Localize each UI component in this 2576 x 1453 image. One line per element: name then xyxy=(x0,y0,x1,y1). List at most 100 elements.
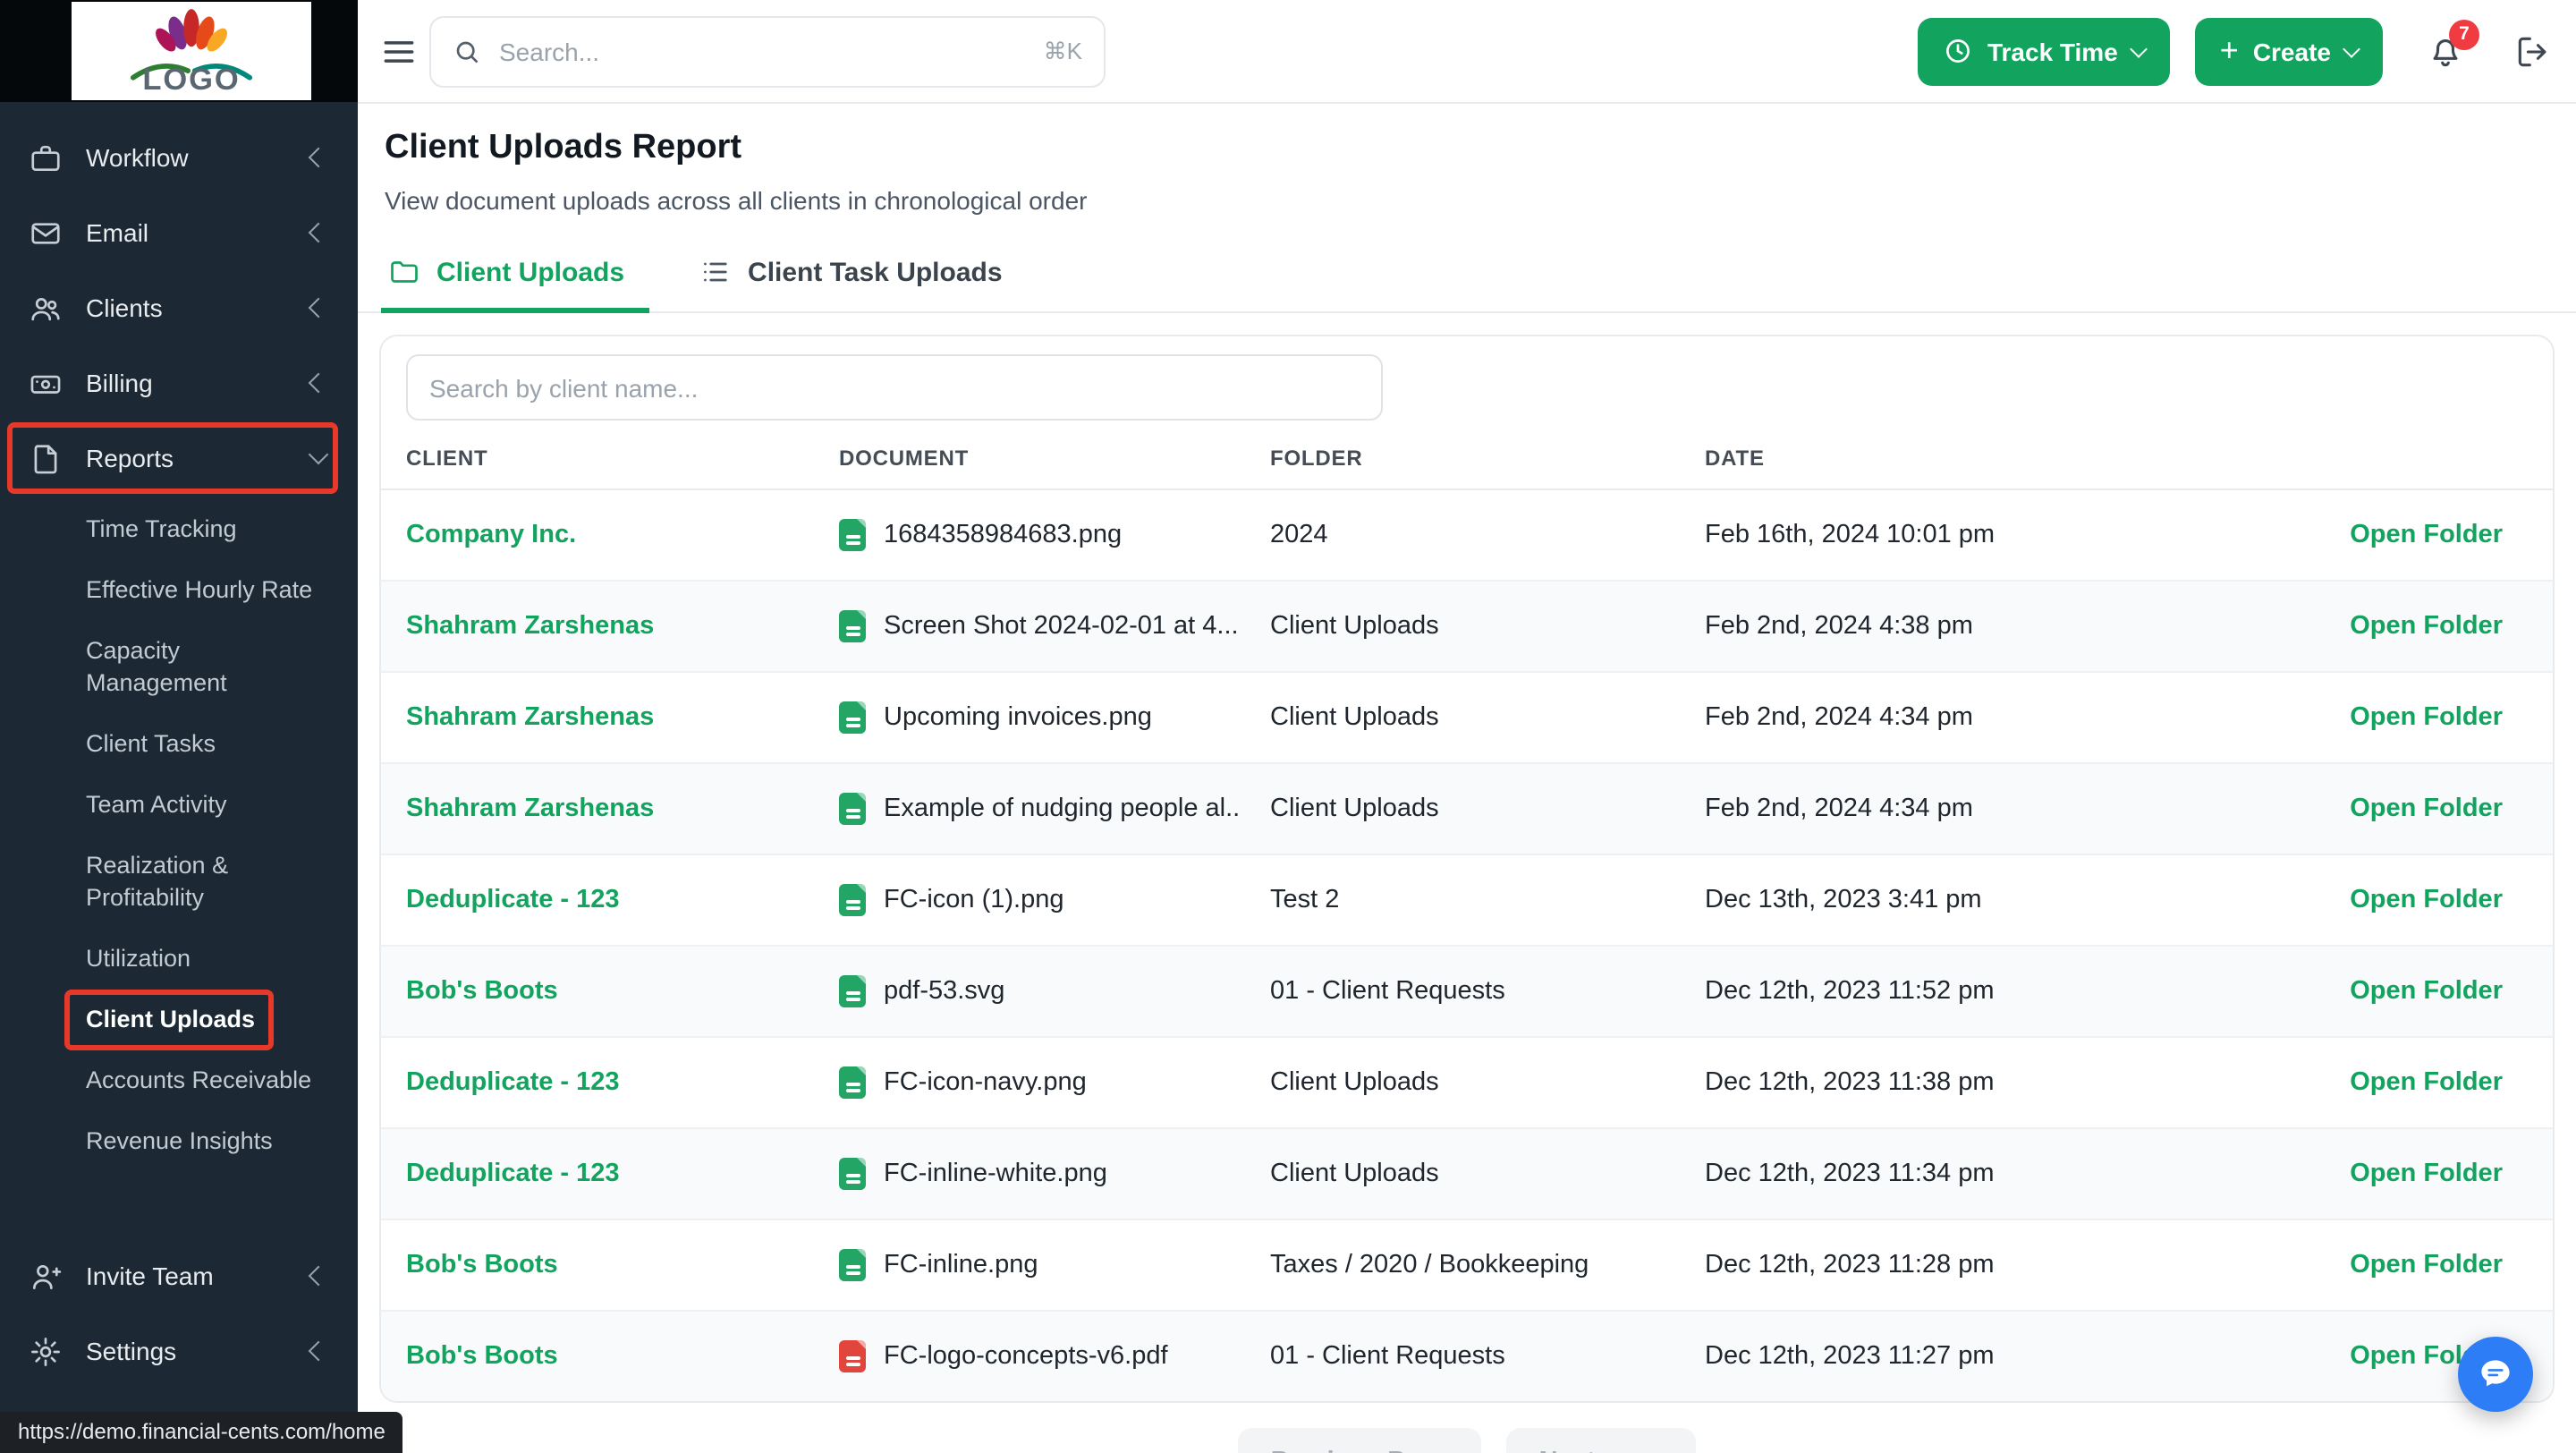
chat-widget-button[interactable] xyxy=(2458,1337,2533,1412)
document-name: FC-icon (1).png xyxy=(884,886,1064,914)
sidebar-item-label: Billing xyxy=(86,369,153,397)
table-row[interactable]: Bob's Boots pdf-53.svg 01 - Client Reque… xyxy=(381,947,2553,1038)
folder-cell: Client Uploads xyxy=(1270,794,1439,823)
sidebar-item-workflow[interactable]: Workflow xyxy=(0,120,358,195)
annotation-box-client-uploads xyxy=(64,990,274,1050)
sidebar-subitem[interactable]: Effective Hourly Rate xyxy=(0,560,358,621)
open-folder-link[interactable]: Open Folder xyxy=(2350,1160,2503,1188)
notifications-button[interactable]: 7 xyxy=(2426,19,2479,71)
client-name-link[interactable]: Deduplicate - 123 xyxy=(406,886,839,914)
sidebar-item-clients[interactable]: Clients xyxy=(0,270,358,345)
chevron-down-icon xyxy=(2129,39,2148,57)
table-row[interactable]: Shahram Zarshenas Screen Shot 2024-02-01… xyxy=(381,582,2553,673)
document-cell: FC-icon-navy.png xyxy=(839,1066,1270,1099)
sidebar-item-label: Clients xyxy=(86,293,163,322)
open-folder-link[interactable]: Open Folder xyxy=(2350,612,2503,641)
tab-client-uploads[interactable]: Client Uploads xyxy=(380,245,650,313)
client-filter-input[interactable] xyxy=(406,354,1383,421)
file-icon xyxy=(839,1066,866,1099)
sidebar-subitem-label: Utilization xyxy=(86,945,191,972)
sidebar-item-invite-team[interactable]: Invite Team xyxy=(0,1238,358,1313)
sidebar-subitem-label: Accounts Receivable xyxy=(86,1066,312,1093)
chevron-left-icon xyxy=(308,372,329,394)
document-name: Upcoming invoices.png xyxy=(884,703,1152,732)
file-icon xyxy=(839,610,866,642)
client-name-link[interactable]: Deduplicate - 123 xyxy=(406,1068,839,1097)
date-cell: Dec 12th, 2023 11:34 pm xyxy=(1705,1160,1995,1188)
folder-cell: Client Uploads xyxy=(1270,1160,1439,1188)
gear-icon xyxy=(29,1334,63,1368)
sidebar-subitem-label: Capacity Management xyxy=(86,637,227,696)
track-time-button[interactable]: Track Time xyxy=(1917,17,2170,85)
sidebar-subitem[interactable]: Revenue Insights xyxy=(0,1111,358,1172)
hamburger-menu-button[interactable] xyxy=(379,31,419,71)
open-folder-link[interactable]: Open Folder xyxy=(2350,794,2503,823)
open-folder-link[interactable]: Open Folder xyxy=(2350,521,2503,549)
track-time-label: Track Time xyxy=(1987,37,2118,65)
table-row[interactable]: Deduplicate - 123 FC-inline-white.png Cl… xyxy=(381,1129,2553,1220)
document-name: pdf-53.svg xyxy=(884,977,1005,1006)
open-folder-link[interactable]: Open Folder xyxy=(2350,977,2503,1006)
sidebar-item-label: Reports xyxy=(86,444,174,472)
previous-page-button[interactable]: Previous Page xyxy=(1238,1428,1482,1453)
sidebar-subitem[interactable]: Capacity Management xyxy=(0,621,358,714)
sidebar-subitem[interactable]: Client Uploads xyxy=(0,990,358,1050)
file-icon xyxy=(839,701,866,734)
global-search: ⌘K xyxy=(429,15,1106,87)
logout-button[interactable] xyxy=(2513,31,2553,71)
sidebar-subitem-label: Time Tracking xyxy=(86,515,237,542)
table-row[interactable]: Shahram Zarshenas Upcoming invoices.png … xyxy=(381,673,2553,764)
sidebar-subitem[interactable]: Accounts Receivable xyxy=(0,1050,358,1111)
client-name-link[interactable]: Deduplicate - 123 xyxy=(406,1160,839,1188)
open-folder-link[interactable]: Open Folder xyxy=(2350,1251,2503,1279)
document-cell: Screen Shot 2024-02-01 at 4.... xyxy=(839,610,1270,642)
search-input[interactable] xyxy=(496,35,1030,67)
folder-cell: 01 - Client Requests xyxy=(1270,977,1505,1006)
document-cell: 1684358984683.png xyxy=(839,519,1270,551)
sidebar-subitem[interactable]: Time Tracking xyxy=(0,499,358,560)
table-row[interactable]: Shahram Zarshenas Example of nudging peo… xyxy=(381,764,2553,855)
table-row[interactable]: Company Inc. 1684358984683.png 2024 Feb … xyxy=(381,490,2553,582)
logo[interactable]: LOGO xyxy=(72,2,311,100)
date-cell: Dec 12th, 2023 11:52 pm xyxy=(1705,977,1995,1006)
sidebar-subitem-label: Revenue Insights xyxy=(86,1127,273,1154)
open-folder-link[interactable]: Open Folder xyxy=(2350,886,2503,914)
sidebar-nav: Workflow Email Clients Billing Reports T… xyxy=(0,102,358,1453)
next-page-button[interactable]: Next page xyxy=(1506,1428,1696,1453)
folder-cell: Test 2 xyxy=(1270,886,1340,914)
folder-icon xyxy=(388,256,420,288)
table-row[interactable]: Deduplicate - 123 FC-icon-navy.png Clien… xyxy=(381,1038,2553,1129)
open-folder-link[interactable]: Open Folder xyxy=(2350,703,2503,732)
client-name-link[interactable]: Bob's Boots xyxy=(406,1342,839,1371)
date-cell: Feb 2nd, 2024 4:34 pm xyxy=(1705,703,1973,732)
client-name-link[interactable]: Shahram Zarshenas xyxy=(406,794,839,823)
document-name: FC-inline.png xyxy=(884,1251,1038,1279)
sidebar-item-reports[interactable]: Reports xyxy=(0,421,358,496)
create-button[interactable]: + Create xyxy=(2194,17,2383,85)
table-row[interactable]: Bob's Boots FC-logo-concepts-v6.pdf 01 -… xyxy=(381,1312,2553,1401)
sidebar-subitem[interactable]: Team Activity xyxy=(0,775,358,836)
plus-icon: + xyxy=(2219,31,2239,67)
client-name-link[interactable]: Shahram Zarshenas xyxy=(406,703,839,732)
chevron-left-icon xyxy=(308,1265,329,1287)
sidebar-item-settings[interactable]: Settings xyxy=(0,1313,358,1389)
open-folder-link[interactable]: Open Folder xyxy=(2350,1068,2503,1097)
tab-client-task-uploads[interactable]: Client Task Uploads xyxy=(696,245,1006,311)
sidebar-subitem-label: Team Activity xyxy=(86,791,227,818)
sidebar-subitem[interactable]: Realization & Profitability xyxy=(0,836,358,929)
sidebar-subitem[interactable]: Utilization xyxy=(0,929,358,990)
folder-cell: 01 - Client Requests xyxy=(1270,1342,1505,1371)
sidebar-subitem-label: Client Uploads xyxy=(64,990,274,1050)
sidebar-item-billing[interactable]: Billing xyxy=(0,345,358,421)
client-name-link[interactable]: Company Inc. xyxy=(406,521,839,549)
sidebar-subitem[interactable]: Client Tasks xyxy=(0,714,358,775)
document-name: FC-inline-white.png xyxy=(884,1160,1107,1188)
banknote-icon xyxy=(29,366,63,400)
sidebar-item-label: Workflow xyxy=(86,143,189,172)
sidebar-item-email[interactable]: Email xyxy=(0,195,358,270)
client-name-link[interactable]: Shahram Zarshenas xyxy=(406,612,839,641)
client-name-link[interactable]: Bob's Boots xyxy=(406,977,839,1006)
table-row[interactable]: Deduplicate - 123 FC-icon (1).png Test 2… xyxy=(381,855,2553,947)
client-name-link[interactable]: Bob's Boots xyxy=(406,1251,839,1279)
table-row[interactable]: Bob's Boots FC-inline.png Taxes / 2020 /… xyxy=(381,1220,2553,1312)
